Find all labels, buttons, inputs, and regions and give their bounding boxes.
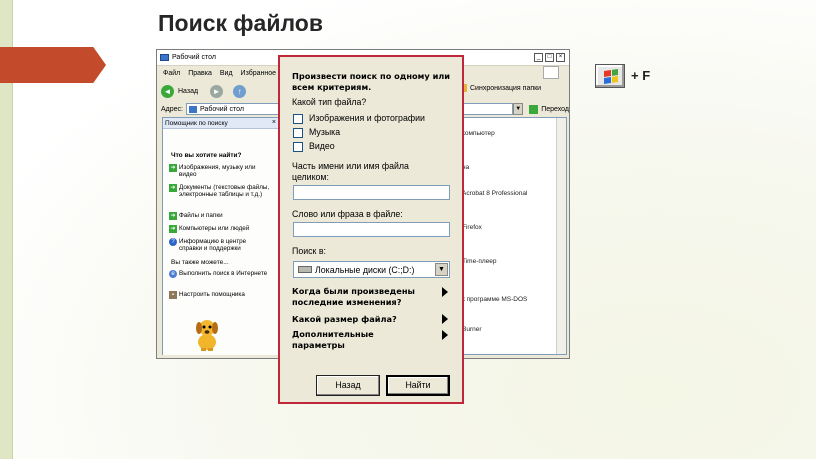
forward-arrow-icon[interactable]: ► [210,84,224,98]
checkbox-video[interactable] [293,142,303,152]
address-dropdown-arrow[interactable]: ▼ [513,103,524,115]
expander-modified[interactable]: Когда были произведены последние изменен… [292,286,437,308]
phrase-input[interactable] [293,222,450,237]
windows-key-icon [595,64,625,88]
assistant-icon: ▪ [169,291,177,299]
filename-input[interactable] [293,185,450,200]
go-label[interactable]: Переход [541,106,569,113]
task-assistant[interactable]: ▪ Настроить помощника [169,291,271,299]
minimize-button[interactable]: _ [534,53,543,62]
checkbox-images[interactable] [293,114,303,124]
checkbox-music[interactable] [293,128,303,138]
list-item[interactable]: Burner [462,326,482,333]
task-computers-label: Компьютеры или людей [179,225,250,232]
expand-arrow-icon[interactable] [442,287,448,297]
sync-label: Синхронизация папки [470,84,542,92]
task-internet[interactable]: e Выполнить поиск в Интернете [169,270,271,278]
task-media-label: Изображения, музыку или видео [179,164,256,178]
checkbox-music-label[interactable]: Музыка [309,127,340,137]
chevron-down-icon[interactable]: ▼ [435,263,448,276]
arrow-icon: ➜ [169,225,177,233]
search-button[interactable]: Найти [386,375,450,396]
arrow-icon: ➜ [169,164,177,172]
listing-scrollbar[interactable] [556,118,566,354]
file-type-label: Какой тип файла? [292,97,367,107]
task-media[interactable]: ➜ Изображения, музыку или видео [169,164,271,178]
shortcut-text: + F [631,68,651,83]
red-arrow-decor [0,47,106,83]
pane-question: Что вы хотите найти? [171,152,242,159]
task-documents[interactable]: ➜ Документы (текстовые файлы, электронные… [169,184,271,198]
look-in-select[interactable]: Локальные диски (C:;D:) ▼ [293,261,450,278]
phrase-label: Слово или фраза в файле: [292,209,403,219]
list-item[interactable]: к программе MS-DOS [462,296,527,303]
task-computers[interactable]: ➜ Компьютеры или людей [169,225,271,233]
task-help-label: Информацию в центре справки и поддержки [179,238,247,252]
help-icon: ? [169,238,177,246]
slide-title: Поиск файлов [158,10,323,36]
list-item[interactable]: Time-плеер [462,258,497,265]
list-item[interactable]: Firefox [462,224,482,231]
search-dog-icon [196,320,218,351]
arrow-icon: ➜ [169,184,177,192]
task-documents-label: Документы (текстовые файлы, электронные … [179,184,270,198]
pane-body: Что вы хотите найти? ➜ Изображения, музык… [163,130,279,355]
internet-icon: e [169,270,177,278]
search-dialog: Произвести поиск по одному или всем крит… [278,55,464,404]
menu-view[interactable]: Вид [220,70,233,77]
pane-header: Помощник по поиску [163,118,279,129]
expander-size[interactable]: Какой размер файла? [292,314,437,325]
arrow-icon: ➜ [169,212,177,220]
list-item[interactable]: Acrobat 8 Professional [462,190,527,197]
pane-also: Вы также можете... [171,259,229,266]
desktop-icon [188,105,197,113]
windows-flag-icon [604,69,618,84]
go-arrow-icon[interactable] [529,104,539,114]
windows-logo-icon [543,66,559,79]
expand-arrow-icon[interactable] [442,314,448,324]
drive-icon [298,266,312,273]
explorer-title: Рабочий стол [172,54,216,61]
task-help[interactable]: ? Информацию в центре справки и поддержки [169,238,271,252]
search-companion-pane: Помощник по поиску × Что вы хотите найти… [162,117,280,355]
up-folder-icon[interactable]: ↑ [233,84,247,98]
maximize-button[interactable]: □ [545,53,554,62]
close-button[interactable]: × [556,53,565,62]
look-in-value: Локальные диски (C:;D:) [315,264,415,275]
checkbox-video-label[interactable]: Видео [309,141,335,151]
sync-folder-button[interactable]: Синхронизация папки [459,84,541,92]
task-files-label: Файлы и папки [179,212,223,219]
back-label[interactable]: Назад [178,88,198,95]
task-files[interactable]: ➜ Файлы и папки [169,212,271,220]
task-internet-label: Выполнить поиск в Интернете [179,270,268,277]
expand-arrow-icon[interactable] [442,330,448,340]
list-item[interactable]: компьютер [462,130,495,137]
task-assistant-label: Настроить помощника [179,291,245,298]
filename-label: Часть имени или имя файла целиком: [292,161,409,182]
expander-advanced[interactable]: Дополнительные параметры [292,329,402,351]
folder-icon [160,54,169,61]
checkbox-images-label[interactable]: Изображения и фотографии [309,113,425,123]
address-label: Адрес: [161,105,183,113]
dialog-heading: Произвести поиск по одному или всем крит… [292,71,451,92]
menu-favorites[interactable]: Избранное [241,70,276,77]
back-button[interactable]: Назад [316,375,380,396]
back-arrow-icon[interactable]: ◄ [161,84,174,98]
pane-close-icon[interactable]: × [272,119,276,126]
address-value: Рабочий стол [199,105,244,113]
look-in-label: Поиск в: [292,246,326,256]
menu-edit[interactable]: Правка [188,70,212,77]
menu-file[interactable]: Файл [163,70,180,77]
